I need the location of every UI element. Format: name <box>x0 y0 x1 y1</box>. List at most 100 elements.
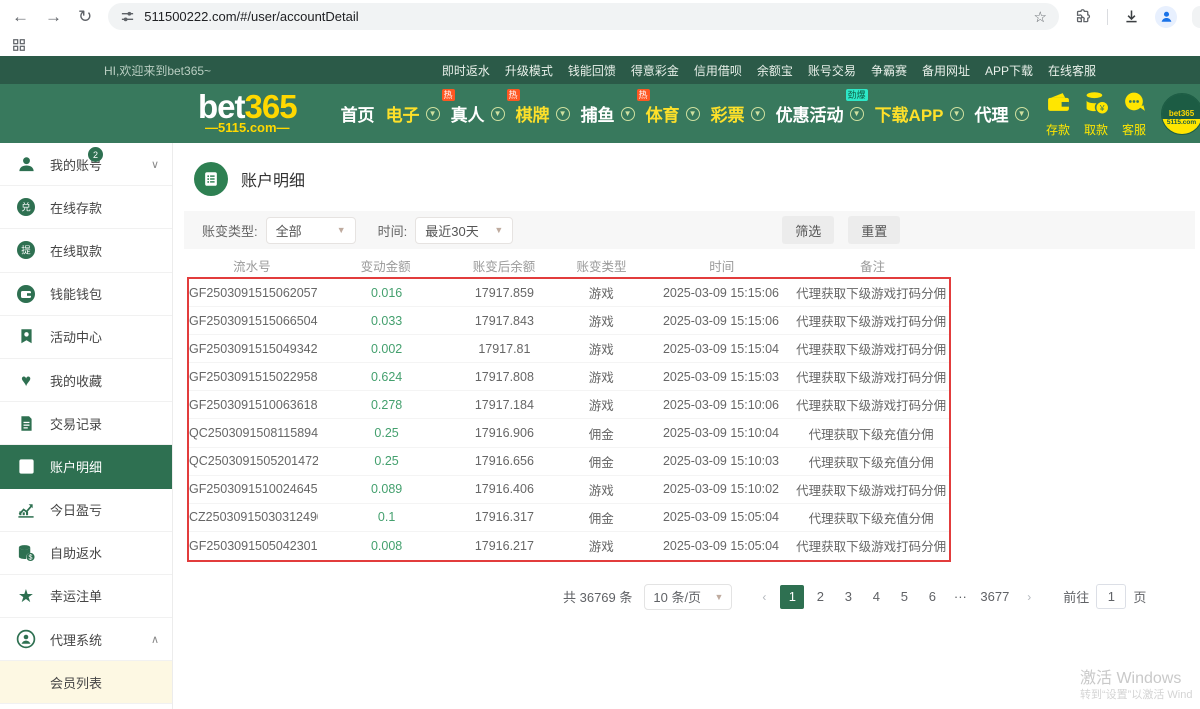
filter-button[interactable]: 筛选 <box>782 216 834 244</box>
quick-link[interactable]: 账号交易 <box>808 62 856 79</box>
sidebar-item-label: 在线取款 <box>50 241 102 260</box>
bookmark-star-icon[interactable]: ☆ <box>1034 8 1047 26</box>
quick-link[interactable]: APP下载 <box>985 62 1033 79</box>
sidebar-item-活动中心[interactable]: 活动中心 <box>0 316 172 359</box>
per-page-select[interactable]: 10 条/页▼ <box>644 584 732 610</box>
remark: 代理获取下级游戏打码分佣 <box>793 480 949 499</box>
page-button-1[interactable]: 1 <box>780 585 804 609</box>
svg-text:提: 提 <box>21 245 31 257</box>
quick-link[interactable]: 余额宝 <box>757 62 793 79</box>
change-amount: 0.002 <box>318 342 455 356</box>
page-button-4[interactable]: 4 <box>864 585 888 609</box>
wallet-icon <box>15 284 37 304</box>
page-button-5[interactable]: 5 <box>892 585 916 609</box>
nav-item[interactable]: 彩票▼ <box>711 101 765 126</box>
next-page-icon[interactable]: › <box>1017 585 1041 609</box>
reload-icon[interactable]: ↻ <box>78 8 92 25</box>
nav-item[interactable]: 体育▼ <box>646 101 700 126</box>
withdraw-action[interactable]: ¥取款 <box>1083 90 1110 138</box>
sidebar-item-在线取款[interactable]: 提 在线取款 <box>0 229 172 272</box>
header-actions: 存款 ¥取款客服 <box>1045 90 1148 138</box>
table-row: GF250309151006361820.27817917.184游戏2025-… <box>189 391 949 419</box>
action-label: 客服 <box>1122 121 1146 138</box>
nav-item[interactable]: 捕鱼热▼ <box>581 101 635 126</box>
type-filter-select[interactable]: 全部▼ <box>266 217 356 244</box>
nav-item[interactable]: 优惠活动劲爆▼ <box>776 101 864 126</box>
site-logo[interactable]: bet365 —5115.com— <box>198 92 297 135</box>
goto-page-input[interactable] <box>1096 584 1126 609</box>
sidebar-item-我的收藏[interactable]: ♥我的收藏 <box>0 359 172 402</box>
sidebar-item-今日盈亏[interactable]: 今日盈亏 <box>0 489 172 532</box>
downloads-icon[interactable] <box>1123 8 1140 25</box>
change-amount: 0.1 <box>318 510 455 524</box>
reset-button[interactable]: 重置 <box>848 216 900 244</box>
quick-link[interactable]: 信用借呗 <box>694 62 742 79</box>
url-text[interactable]: 511500222.com/#/user/accountDetail <box>144 9 358 24</box>
sidebar-item-自助返水[interactable]: $自助返水 <box>0 532 172 575</box>
quick-link[interactable]: 升级模式 <box>505 62 553 79</box>
forward-icon[interactable]: → <box>45 8 62 25</box>
balance-after: 17916.406 <box>455 482 554 496</box>
chevron-up-icon: ∧ <box>151 633 159 646</box>
quick-link[interactable]: 备用网址 <box>922 62 970 79</box>
deposit-action[interactable]: 存款 <box>1045 90 1072 138</box>
sidebar-item-账户明细[interactable]: 账户明细 <box>0 445 172 488</box>
deposit-icon: 兑 <box>15 197 37 217</box>
sidebar-item-label: 钱能钱包 <box>50 284 102 303</box>
sidebar-item-代理系统[interactable]: 代理系统∧ <box>0 618 172 661</box>
sidebar-item-交易记录[interactable]: 交易记录 <box>0 402 172 445</box>
time: 2025-03-09 15:15:06 <box>649 286 793 300</box>
apps-grid-icon[interactable] <box>12 38 26 52</box>
logo-domain: —5115.com— <box>198 120 297 135</box>
balance-after: 17917.843 <box>455 314 554 328</box>
table-header-row: 流水号变动金额账变后余额账变类型时间备注 <box>187 254 951 277</box>
site-settings-icon[interactable] <box>120 9 135 24</box>
chevron-down-icon: ∨ <box>151 158 159 171</box>
page-button-2[interactable]: 2 <box>808 585 832 609</box>
remark: 代理获取下级游戏打码分佣 <box>793 283 949 302</box>
quick-link[interactable]: 得意彩金 <box>631 62 679 79</box>
sidebar-item-幸运注单[interactable]: ★幸运注单 <box>0 575 172 618</box>
nav-item[interactable]: 棋牌▼ <box>516 101 570 126</box>
quick-link[interactable]: 争霸赛 <box>871 62 907 79</box>
service-action[interactable]: 客服 <box>1121 90 1148 138</box>
change-type: 佣金 <box>554 508 649 527</box>
address-bar[interactable]: 511500222.com/#/user/accountDetail ☆ <box>108 3 1059 30</box>
agent-icon <box>15 629 37 649</box>
change-amount: 0.033 <box>318 314 455 328</box>
goto-suffix: 页 <box>1133 587 1146 606</box>
nav-item[interactable]: 首页 <box>341 101 375 126</box>
sidebar-item-在线存款[interactable]: 兑在线存款 <box>0 186 172 229</box>
page-button-6[interactable]: 6 <box>920 585 944 609</box>
nav-item[interactable]: 真人热▼ <box>451 101 505 126</box>
sidebar-item-label: 今日盈亏 <box>50 500 102 519</box>
balance-after: 17916.656 <box>455 454 554 468</box>
extensions-icon[interactable] <box>1075 8 1092 25</box>
chevron-down-icon: ▼ <box>686 107 700 121</box>
user-chip[interactable]: bet365 5115.com bet36580 ¥:17917.859 一键回… <box>1161 89 1200 138</box>
quick-link[interactable]: 即时返水 <box>442 62 490 79</box>
quick-link[interactable]: 在线客服 <box>1048 62 1096 79</box>
sidebar-item-会员列表[interactable]: 会员列表 <box>0 661 172 704</box>
profile-avatar[interactable] <box>1155 6 1177 28</box>
quick-link[interactable]: 钱能回馈 <box>568 62 616 79</box>
table-row: GF250309151502295830.62417917.808游戏2025-… <box>189 363 949 391</box>
sidebar-item-钱能钱包[interactable]: 钱能钱包 <box>0 273 172 316</box>
nav-item[interactable]: 电子热▼ <box>386 101 440 126</box>
sidebar-item-label: 幸运注单 <box>50 586 102 605</box>
account-detail-table: 流水号变动金额账变后余额账变类型时间备注 GF25030915150620575… <box>187 254 951 562</box>
nav-item[interactable]: 下载APP▼ <box>875 101 964 126</box>
balance-after: 17916.217 <box>455 539 554 553</box>
page-button-3[interactable]: 3 <box>836 585 860 609</box>
prev-page-icon[interactable]: ‹ <box>752 585 776 609</box>
welcome-text: HI,欢迎来到bet365~ <box>104 62 211 79</box>
back-icon[interactable]: ← <box>12 8 29 25</box>
account-detail-icon <box>194 162 228 196</box>
time-filter-select[interactable]: 最近30天▼ <box>415 217 513 244</box>
serial-no: GF25030915050423016 <box>189 539 318 553</box>
withdraw-icon: 提 <box>15 240 37 260</box>
sidebar-item-我的账号[interactable]: 我的账号2∨ <box>0 143 172 186</box>
nav-item[interactable]: 代理▼ <box>975 101 1029 126</box>
page-button-3677[interactable]: 3677 <box>976 585 1013 609</box>
chevron-down-icon: ▼ <box>751 107 765 121</box>
